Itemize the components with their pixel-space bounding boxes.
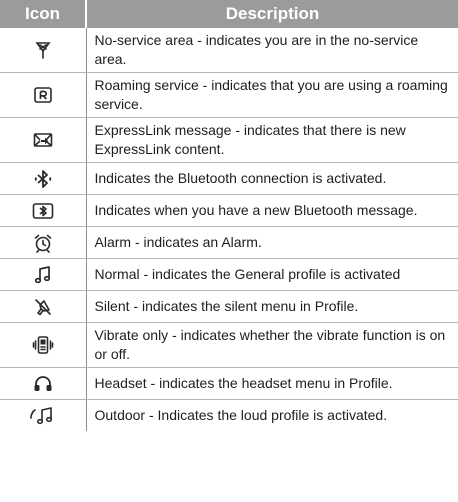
- row-description: No-service area - indicates you are in t…: [86, 28, 458, 73]
- muted-speaker-icon: [32, 296, 54, 318]
- bluetooth-message-icon: [32, 200, 54, 222]
- table-row: ExpressLink message - indicates that the…: [0, 117, 458, 163]
- table-row: Headset - indicates the headset menu in …: [0, 367, 458, 400]
- row-description: Indicates when you have a new Bluetooth …: [86, 194, 458, 227]
- row-description: Vibrate only - indicates whether the vib…: [86, 322, 458, 368]
- header-icon-column: Icon: [0, 0, 87, 28]
- table-row: Outdoor - Indicates the loud profile is …: [0, 399, 458, 431]
- antenna-no-service-icon: [32, 39, 54, 61]
- row-description: Headset - indicates the headset menu in …: [86, 367, 458, 400]
- table-row: Roaming service - indicates that you are…: [0, 72, 458, 118]
- icon-description-table: Icon Description No-service area - indic…: [0, 0, 458, 431]
- table-row: Vibrate only - indicates whether the vib…: [0, 322, 458, 368]
- headset-icon: [32, 373, 54, 395]
- roaming-r-icon: [32, 84, 54, 106]
- alarm-clock-icon: [32, 232, 54, 254]
- row-description: ExpressLink message - indicates that the…: [86, 117, 458, 163]
- table-row: No-service area - indicates you are in t…: [0, 28, 458, 73]
- bluetooth-icon: [32, 168, 54, 190]
- expresslink-envelope-icon: [32, 129, 54, 151]
- table-row: Indicates when you have a new Bluetooth …: [0, 194, 458, 227]
- row-description: Alarm - indicates an Alarm.: [86, 226, 458, 259]
- header-description-column: Description: [86, 0, 458, 28]
- vibrate-phone-icon: [32, 334, 54, 356]
- table-row: Indicates the Bluetooth connection is ac…: [0, 162, 458, 195]
- loud-music-note-icon: [29, 405, 56, 427]
- row-description: Silent - indicates the silent menu in Pr…: [86, 290, 458, 323]
- table-row: Alarm - indicates an Alarm.: [0, 226, 458, 259]
- music-note-icon: [32, 264, 54, 286]
- table-row: Normal - indicates the General profile i…: [0, 258, 458, 291]
- table-row: Silent - indicates the silent menu in Pr…: [0, 290, 458, 323]
- icon-reference-page: Icon Description No-service area - indic…: [0, 0, 458, 502]
- row-description: Roaming service - indicates that you are…: [86, 72, 458, 118]
- table-header-row: Icon Description: [0, 0, 458, 28]
- row-description: Normal - indicates the General profile i…: [86, 258, 458, 291]
- row-description: Outdoor - Indicates the loud profile is …: [94, 407, 388, 423]
- row-description: Indicates the Bluetooth connection is ac…: [86, 162, 458, 195]
